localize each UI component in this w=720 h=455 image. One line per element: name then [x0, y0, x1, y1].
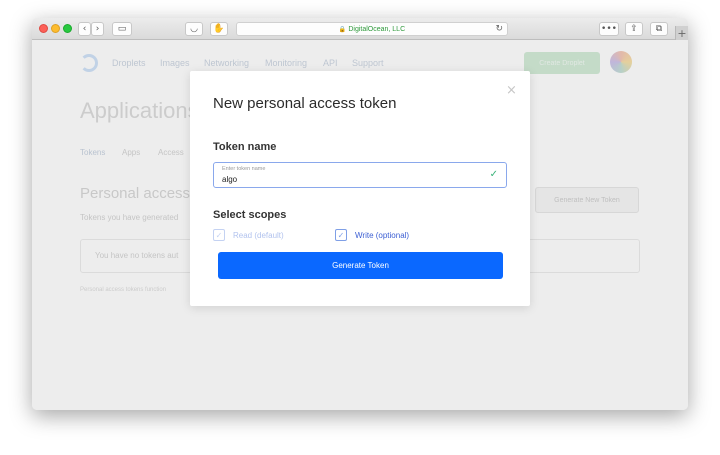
- address-bar[interactable]: 🔒 DigitalOcean, LLC ↻: [236, 22, 508, 36]
- browser-toolbar: ‹ › ▭ ◡ ✋ 🔒 DigitalOcean, LLC ↻ ••• ⇪ ⧉ …: [32, 18, 688, 40]
- scope-read-label: Read (default): [233, 230, 284, 240]
- valid-check-icon: ✓: [489, 169, 498, 180]
- new-tab-button[interactable]: +: [675, 26, 688, 40]
- reload-icon[interactable]: ↻: [495, 24, 503, 34]
- generate-token-button[interactable]: Generate Token: [218, 252, 503, 279]
- zoom-window-button[interactable]: [63, 24, 72, 33]
- read-checkbox-icon[interactable]: ✓: [213, 229, 225, 241]
- close-icon[interactable]: ×: [506, 83, 517, 98]
- sidebar-icon[interactable]: ▭: [112, 22, 132, 36]
- extension-icon[interactable]: ✋: [210, 22, 228, 36]
- more-icon[interactable]: •••: [599, 22, 619, 36]
- minimize-window-button[interactable]: [51, 24, 60, 33]
- forward-icon[interactable]: ›: [91, 22, 104, 36]
- close-window-button[interactable]: [39, 24, 48, 33]
- url-text: DigitalOcean, LLC: [348, 25, 406, 33]
- select-scopes-label: Select scopes: [213, 209, 287, 221]
- scope-write[interactable]: ✓ Write (optional): [335, 229, 409, 241]
- write-checkbox-icon[interactable]: ✓: [335, 229, 347, 241]
- lock-icon: 🔒: [338, 26, 347, 33]
- token-name-input[interactable]: [222, 175, 472, 184]
- new-token-modal: New personal access token × Token name E…: [190, 71, 530, 306]
- scope-write-label: Write (optional): [355, 230, 410, 240]
- pocket-icon[interactable]: ◡: [185, 22, 203, 36]
- token-name-placeholder: Enter token name: [222, 166, 266, 172]
- token-name-label: Token name: [213, 141, 277, 153]
- share-icon[interactable]: ⇪: [625, 22, 643, 36]
- back-icon[interactable]: ‹: [78, 22, 91, 36]
- modal-title: New personal access token: [213, 95, 397, 112]
- scope-read[interactable]: ✓ Read (default): [213, 229, 284, 241]
- token-name-field[interactable]: Enter token name ✓: [213, 162, 507, 188]
- tabs-overview-icon[interactable]: ⧉: [650, 22, 668, 36]
